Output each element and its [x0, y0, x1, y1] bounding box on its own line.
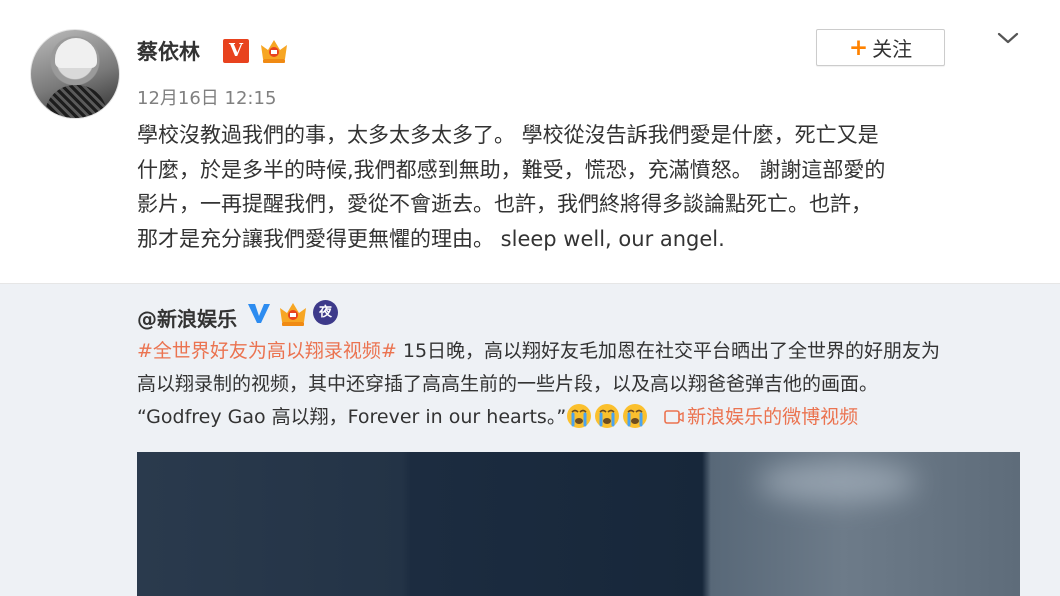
- repost-body: #全世界好友为高以翔录视频# 15日晚，高以翔好友毛加恩在社交平台晒出了全世界的…: [137, 335, 1037, 434]
- follow-button[interactable]: + 关注: [816, 29, 945, 66]
- post-line: 學校沒教過我們的事，太多太多太多了。 學校從沒告訴我們愛是什麼，死亡又是: [137, 123, 879, 147]
- video-blur-highlight: [757, 462, 917, 502]
- verified-v-icon: [248, 304, 270, 323]
- crying-emoji-icon: [595, 404, 620, 428]
- repost-line: “Godfrey Gao 高以翔，Forever in our hearts。”…: [137, 401, 1037, 434]
- avatar-hair: [55, 38, 97, 68]
- repost-author[interactable]: @新浪娱乐: [137, 303, 237, 332]
- post-line: 什麼，於是多半的時候,我們都感到無助，難受，慌恐，充滿憤怒。 謝謝這部愛的: [137, 157, 886, 182]
- repost-card[interactable]: @新浪娱乐 夜 #全世界好友为高以翔录视频# 15日晚，高以翔好友毛加恩在社交平…: [0, 283, 1060, 596]
- crying-emoji-icon: [623, 404, 648, 428]
- chevron-down-icon[interactable]: [996, 30, 1020, 46]
- username[interactable]: 蔡依林: [137, 36, 200, 66]
- video-thumbnail[interactable]: [137, 452, 1020, 596]
- crown-badge-icon: [280, 303, 306, 326]
- plus-icon: +: [848, 34, 869, 61]
- avatar[interactable]: [30, 29, 120, 119]
- avatar-shirt: [45, 85, 107, 118]
- repost-text-segment: “Godfrey Gao 高以翔，Forever in our hearts。”: [137, 406, 567, 428]
- hashtag-link[interactable]: #全世界好友为高以翔录视频#: [137, 340, 397, 362]
- follow-label: 关注: [872, 37, 913, 61]
- crying-emoji-icon: [567, 404, 592, 428]
- video-source-link[interactable]: 新浪娱乐的微博视频: [687, 406, 858, 428]
- repost-text-segment: 15日晚，高以翔好友毛加恩在社交平台晒出了全世界的好朋友为: [396, 340, 941, 362]
- repost-line: #全世界好友为高以翔录视频# 15日晚，高以翔好友毛加恩在社交平台晒出了全世界的…: [137, 335, 1037, 368]
- post-timestamp[interactable]: 12月16日 12:15: [137, 84, 276, 110]
- verified-badge-icon: V: [223, 39, 249, 63]
- post-line: 影片，一再提醒我們，愛從不會逝去。也許，我們終將得多談論點死亡。也許，: [137, 192, 872, 216]
- video-icon[interactable]: [664, 409, 684, 425]
- post-body: 學校沒教過我們的事，太多太多太多了。 學校從沒告訴我們愛是什麼，死亡又是 什麼，…: [137, 118, 1037, 256]
- night-badge-icon: 夜: [313, 300, 338, 325]
- crown-badge-icon: [261, 40, 287, 63]
- post-line: 那才是充分讓我們愛得更無懼的理由。 sleep well, our angel.: [137, 226, 725, 251]
- repost-line: 高以翔录制的视频，其中还穿插了高高生前的一些片段，以及高以翔爸爸弹吉他的画面。: [137, 373, 879, 395]
